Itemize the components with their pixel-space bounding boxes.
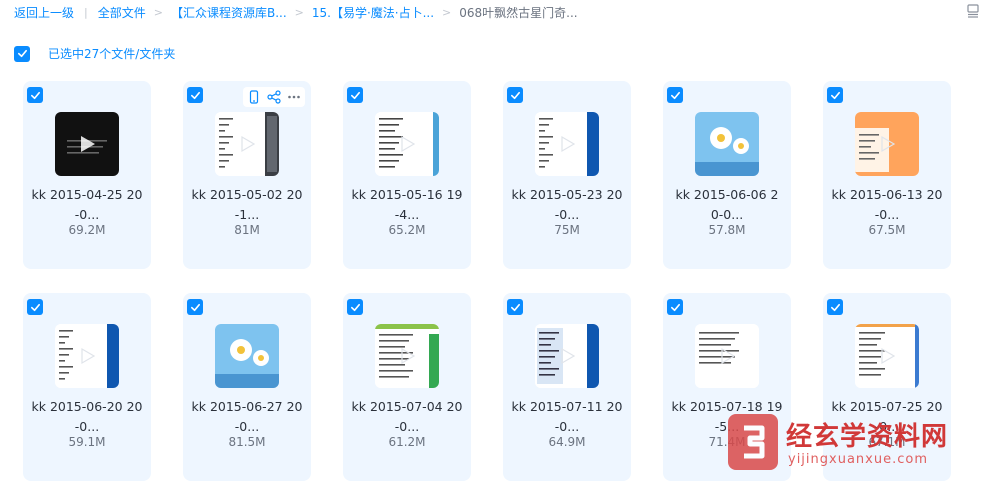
video-thumbnail [375, 112, 439, 176]
file-name: kk 2015-04-25 20 -0... [23, 185, 151, 225]
file-name-line-2: -0... [874, 207, 900, 222]
file-name-line-1: kk 2015-05-02 20 [191, 187, 303, 202]
video-thumbnail [535, 324, 599, 388]
file-name: kk 2015-06-20 20 -0... [23, 397, 151, 437]
file-name: kk 2015-05-23 20 -0... [503, 185, 631, 225]
file-checkbox[interactable] [667, 87, 683, 103]
file-card[interactable]: kk 2015-06-06 2 0-0... 57.8M [663, 81, 791, 269]
more-icon[interactable] [287, 90, 301, 104]
file-checkbox[interactable] [347, 87, 363, 103]
video-thumbnail [375, 324, 439, 388]
file-size: 61.2M [388, 435, 426, 449]
file-size: 57.8M [708, 223, 746, 237]
file-checkbox[interactable] [27, 87, 43, 103]
file-size: 59.1M [68, 435, 106, 449]
watermark-logo [728, 414, 778, 470]
file-name-line-1: kk 2015-06-06 2 [675, 187, 779, 202]
file-name: kk 2015-06-06 2 0-0... [663, 185, 791, 225]
video-thumbnail [855, 324, 919, 388]
file-size: 65.2M [388, 223, 426, 237]
watermark-title: 经玄学资料网 [786, 422, 949, 452]
file-card[interactable]: kk 2015-06-20 20 -0... 59.1M [23, 293, 151, 481]
file-size: 81.5M [228, 435, 266, 449]
file-card[interactable]: kk 2015-05-02 20 -1... 81M [183, 81, 311, 269]
video-thumbnail [695, 112, 759, 176]
file-checkbox[interactable] [27, 299, 43, 315]
file-size: 69.2M [68, 223, 106, 237]
file-name-line-1: kk 2015-05-23 20 [511, 187, 623, 202]
file-size: 81M [234, 223, 260, 237]
video-thumbnail [215, 324, 279, 388]
file-card[interactable]: kk 2015-06-13 20 -0... 67.5M [823, 81, 951, 269]
file-name-line-2: 0-0... [710, 207, 744, 222]
file-size: 67.5M [868, 223, 906, 237]
file-name-line-1: kk 2015-06-20 20 [31, 399, 143, 414]
file-checkbox[interactable] [507, 299, 523, 315]
watermark: 经玄学资料网 yijingxuanxue.com [728, 414, 984, 474]
file-name: kk 2015-05-16 19 -4... [343, 185, 471, 225]
video-thumbnail [215, 112, 279, 176]
mobile-icon[interactable] [247, 90, 261, 104]
file-name: kk 2015-06-13 20 -0... [823, 185, 951, 225]
file-checkbox[interactable] [667, 299, 683, 315]
file-card[interactable]: kk 2015-07-04 20 -0... 61.2M [343, 293, 471, 481]
file-name-line-1: kk 2015-07-04 20 [351, 399, 463, 414]
file-card[interactable]: kk 2015-04-25 20 -0... 69.2M [23, 81, 151, 269]
file-name: kk 2015-05-02 20 -1... [183, 185, 311, 225]
file-name-line-1: kk 2015-06-27 20 [191, 399, 303, 414]
file-name-line-1: kk 2015-05-16 19 [351, 187, 463, 202]
file-name-line-2: -0... [554, 419, 580, 434]
video-thumbnail [55, 324, 119, 388]
file-checkbox[interactable] [507, 87, 523, 103]
video-thumbnail [855, 112, 919, 176]
video-thumbnail [55, 112, 119, 176]
watermark-url: yijingxuanxue.com [788, 452, 928, 467]
file-card[interactable]: kk 2015-05-23 20 -0... 75M [503, 81, 631, 269]
file-card[interactable]: kk 2015-05-16 19 -4... 65.2M [343, 81, 471, 269]
file-name: kk 2015-07-04 20 -0... [343, 397, 471, 437]
file-name: kk 2015-07-11 20 -0... [503, 397, 631, 437]
file-name-line-1: kk 2015-04-25 20 [31, 187, 143, 202]
file-checkbox[interactable] [827, 87, 843, 103]
file-name: kk 2015-06-27 20 -0... [183, 397, 311, 437]
file-name-line-2: -0... [234, 419, 260, 434]
file-size: 75M [554, 223, 580, 237]
file-checkbox[interactable] [187, 87, 203, 103]
file-name-line-2: -0... [74, 419, 100, 434]
file-name-line-2: -4... [394, 207, 420, 222]
file-name-line-2: -0... [394, 419, 420, 434]
file-name-line-1: kk 2015-07-11 20 [511, 399, 623, 414]
file-checkbox[interactable] [347, 299, 363, 315]
file-name-line-2: -0... [554, 207, 580, 222]
video-thumbnail [695, 324, 759, 388]
video-thumbnail [535, 112, 599, 176]
hover-toolbar [243, 87, 305, 107]
file-checkbox[interactable] [827, 299, 843, 315]
file-name-line-2: -0... [74, 207, 100, 222]
file-name-line-1: kk 2015-06-13 20 [831, 187, 943, 202]
file-checkbox[interactable] [187, 299, 203, 315]
file-card[interactable]: kk 2015-06-27 20 -0... 81.5M [183, 293, 311, 481]
share-icon[interactable] [267, 90, 281, 104]
file-size: 64.9M [548, 435, 586, 449]
file-card[interactable]: kk 2015-07-11 20 -0... 64.9M [503, 293, 631, 481]
file-name-line-2: -1... [234, 207, 260, 222]
